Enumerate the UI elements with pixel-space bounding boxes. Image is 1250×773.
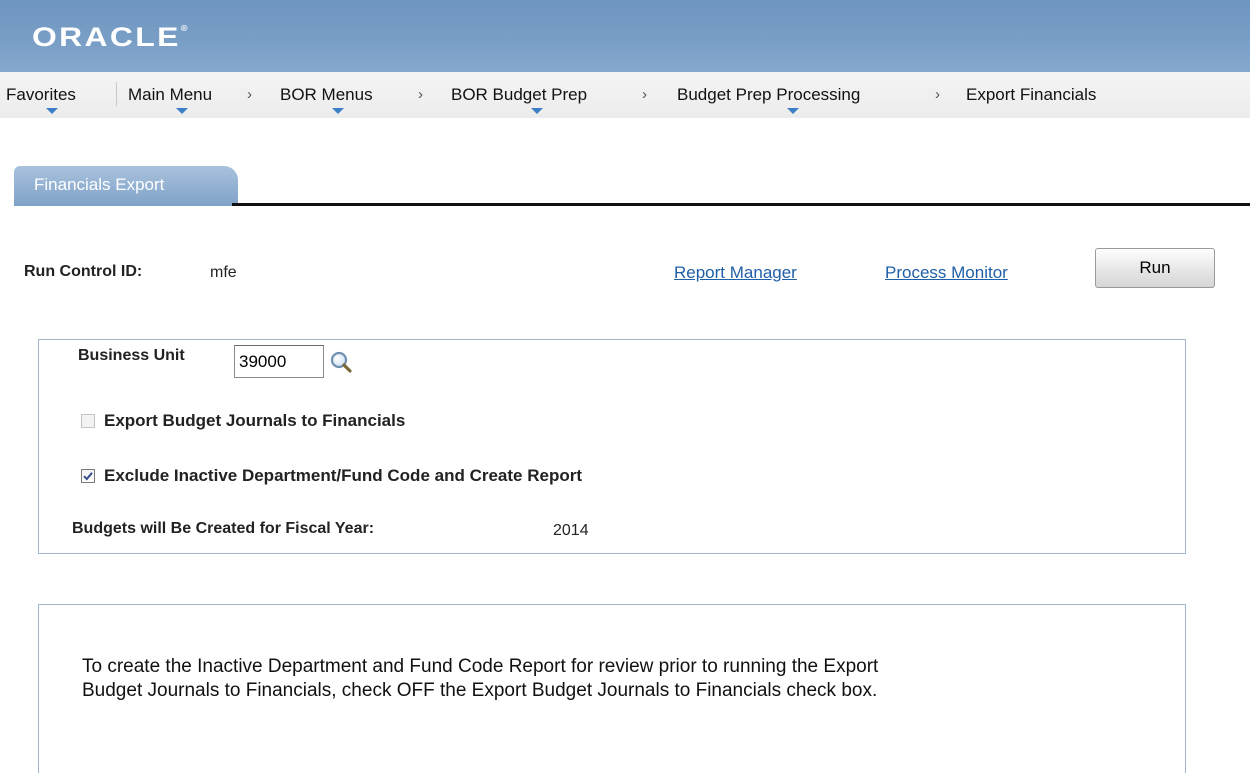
breadcrumb-chevron-icon: › xyxy=(418,86,423,103)
report-manager-link[interactable]: Report Manager xyxy=(674,263,797,283)
menu-dropdown-icon xyxy=(332,108,344,114)
breadcrumb-label: Budget Prep Processing xyxy=(677,85,861,104)
export-journals-checkbox[interactable] xyxy=(81,414,95,428)
breadcrumb-label: BOR Budget Prep xyxy=(451,85,588,104)
header-banner: ORACLE® xyxy=(0,0,1250,72)
menu-dropdown-icon xyxy=(176,108,188,114)
breadcrumb-favorites[interactable]: Favorites xyxy=(6,85,76,114)
menu-dropdown-icon xyxy=(787,108,799,114)
menu-dropdown-icon xyxy=(531,108,543,114)
logo-text: ORACLE xyxy=(32,22,181,52)
breadcrumb-main-menu[interactable]: Main Menu xyxy=(128,85,213,114)
breadcrumb-budget-prep-processing[interactable]: Budget Prep Processing xyxy=(677,85,861,114)
oracle-logo: ORACLE® xyxy=(32,22,188,53)
breadcrumb-chevron-icon: › xyxy=(247,86,252,103)
export-journals-label: Export Budget Journals to Financials xyxy=(104,411,406,430)
magnifier-lookup-icon[interactable] xyxy=(329,350,353,374)
menu-dropdown-icon xyxy=(46,108,58,114)
breadcrumb-export-financials[interactable]: Export Financials xyxy=(966,85,1096,105)
breadcrumb-divider xyxy=(116,82,117,106)
business-unit-label: Business Unit xyxy=(78,347,185,364)
logo-registered-mark: ® xyxy=(180,24,188,33)
process-monitor-link[interactable]: Process Monitor xyxy=(885,263,1008,283)
tab-label: Financials Export xyxy=(34,175,165,194)
breadcrumb-chevron-icon: › xyxy=(642,86,647,103)
checkmark-icon xyxy=(83,472,93,481)
exclude-inactive-checkbox[interactable] xyxy=(81,469,95,483)
run-control-value: mfe xyxy=(210,264,237,281)
run-button[interactable]: Run xyxy=(1095,248,1215,288)
breadcrumb-label: Export Financials xyxy=(966,85,1097,104)
run-control-label: Run Control ID: xyxy=(24,263,143,280)
breadcrumb-bor-budget-prep[interactable]: BOR Budget Prep xyxy=(451,85,588,114)
fiscal-year-value: 2014 xyxy=(553,522,589,539)
tab-divider-line xyxy=(232,203,1250,206)
breadcrumb-label: Main Menu xyxy=(128,85,213,104)
breadcrumb-label: Favorites xyxy=(6,85,76,104)
breadcrumb-bor-menus[interactable]: BOR Menus xyxy=(280,85,373,114)
tab-financials-export[interactable]: Financials Export xyxy=(14,166,238,206)
instructions-text: To create the Inactive Department and Fu… xyxy=(82,655,1132,703)
instructions-line: Budget Journals to Financials, check OFF… xyxy=(82,680,878,701)
exclude-inactive-label: Exclude Inactive Department/Fund Code an… xyxy=(104,466,582,485)
breadcrumb-label: BOR Menus xyxy=(280,85,373,104)
business-unit-input[interactable]: 39000 xyxy=(234,345,324,378)
instructions-line: To create the Inactive Department and Fu… xyxy=(82,656,879,677)
breadcrumb: Favorites Main Menu › BOR Menus › BOR Bu… xyxy=(0,72,1250,118)
fiscal-year-label: Budgets will Be Created for Fiscal Year: xyxy=(72,520,375,537)
breadcrumb-chevron-icon: › xyxy=(935,86,940,103)
